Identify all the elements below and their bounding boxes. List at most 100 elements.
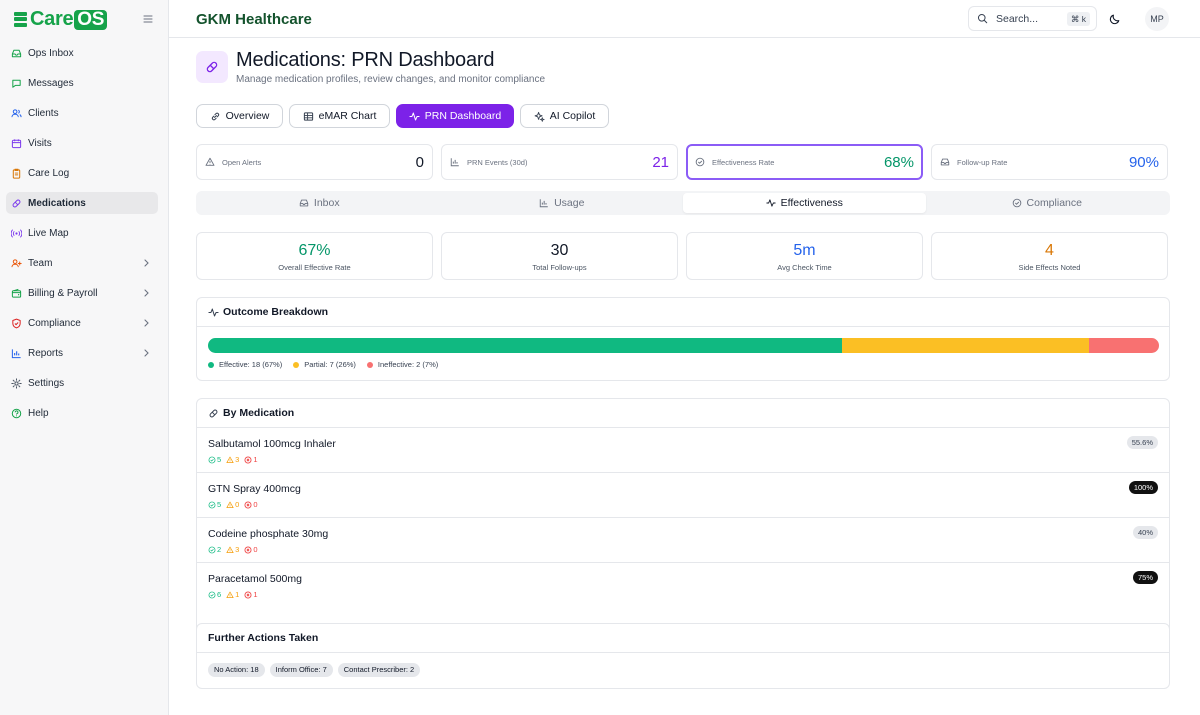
x-circle-icon <box>244 501 252 509</box>
chevron-right-icon <box>143 319 150 327</box>
stat-card-follow-up-rate[interactable]: Follow-up Rate 90% <box>931 144 1168 180</box>
inbox-icon <box>11 48 22 59</box>
stat-card-open-alerts[interactable]: Open Alerts 0 <box>196 144 433 180</box>
shield-icon <box>11 318 22 329</box>
tab-overview[interactable]: Overview <box>196 104 283 128</box>
check-circle-icon <box>208 591 216 599</box>
metric-card-total-follow-ups: 30 Total Follow-ups <box>441 232 678 280</box>
stat-card-prn-events-30d[interactable]: PRN Events (30d) 21 <box>441 144 678 180</box>
medication-row[interactable]: GTN Spray 400mcg 5 0 0 100% <box>197 473 1169 518</box>
page-subtitle: Manage medication profiles, review chang… <box>236 74 546 85</box>
activity-icon <box>208 307 219 318</box>
effective-count-value: 5 <box>217 500 222 509</box>
sidebar-item-clients[interactable]: Clients <box>6 102 158 124</box>
tab-prn-dashboard[interactable]: PRN Dashboard <box>396 104 514 128</box>
sidebar-item-settings[interactable]: Settings <box>6 372 158 394</box>
subtab-label: Inbox <box>313 197 340 209</box>
stat-value: 21 <box>652 154 669 171</box>
ineffective-count-value: 1 <box>253 455 258 464</box>
search-placeholder: Search... <box>996 12 1039 25</box>
subtab-label: Effectiveness <box>780 197 843 209</box>
chevron-right-icon <box>143 349 150 357</box>
chevron-right-icon <box>143 289 150 297</box>
logo-text: Care OS <box>30 8 108 31</box>
subtab-effectiveness[interactable]: Effectiveness <box>683 193 926 213</box>
team-icon <box>11 258 22 269</box>
medication-list: Salbutamol 100mcg Inhaler 5 3 1 55.6% GTN Spr… <box>197 428 1169 608</box>
check-circle-icon <box>208 546 216 554</box>
sidebar-item-label: Billing & Payroll <box>28 287 98 299</box>
ineffective-count: 1 <box>244 590 258 599</box>
legend-dot <box>293 361 300 368</box>
action-chip: Contact Prescriber: 2 <box>337 663 421 677</box>
sidebar-item-reports[interactable]: Reports <box>6 342 158 364</box>
alert-triangle-icon <box>226 501 234 509</box>
metric-label: Overall Effective Rate <box>278 263 351 272</box>
view-tabs: Overview eMAR Chart PRN Dashboard AI Copilo… <box>196 104 615 128</box>
sidebar-item-live-map[interactable]: Live Map <box>6 222 158 244</box>
sidebar-item-label: Team <box>28 257 53 269</box>
bar-chart-icon <box>11 348 22 359</box>
sidebar-item-compliance[interactable]: Compliance <box>6 312 158 334</box>
prn-sub-tabs: Inbox Usage Effectiveness Compliance <box>196 191 1170 215</box>
alert-triangle-icon <box>226 591 234 599</box>
partial-count-value: 0 <box>235 500 240 509</box>
ineffective-count: 1 <box>244 455 258 464</box>
check-circle-icon <box>208 501 216 509</box>
sidebar-nav: Ops Inbox Messages Clients Visits Care Log Me… <box>6 42 158 432</box>
activity-icon <box>409 111 420 122</box>
sidebar-item-messages[interactable]: Messages <box>6 72 158 94</box>
alert-triangle-icon <box>226 456 234 464</box>
metric-value: 5m <box>793 242 816 259</box>
page-title: Medications: PRN Dashboard <box>236 49 495 71</box>
ineffective-count: 0 <box>244 500 258 509</box>
subtab-usage[interactable]: Usage <box>441 193 684 213</box>
check-circle-icon <box>208 456 216 464</box>
sidebar-collapse-icon[interactable] <box>142 13 154 25</box>
sidebar-item-care-log[interactable]: Care Log <box>6 162 158 184</box>
sidebar-item-help[interactable]: Help <box>6 402 158 424</box>
sidebar-item-billing-payroll[interactable]: Billing & Payroll <box>6 282 158 304</box>
sidebar-item-label: Medications <box>28 197 86 209</box>
stat-value: 90% <box>1128 154 1159 171</box>
metric-value: 67% <box>298 242 331 259</box>
sidebar-item-label: Compliance <box>28 317 81 329</box>
user-avatar[interactable]: MP <box>1145 7 1169 31</box>
sidebar-item-medications[interactable]: Medications <box>6 192 158 214</box>
pill-icon <box>196 51 228 83</box>
effectiveness-badge: 75% <box>1132 571 1158 584</box>
radio-icon <box>11 228 22 239</box>
stat-label: Effectiveness Rate <box>712 158 775 167</box>
moon-icon[interactable] <box>1109 13 1121 25</box>
sidebar-item-label: Settings <box>28 377 65 389</box>
sidebar-item-visits[interactable]: Visits <box>6 132 158 154</box>
medication-row[interactable]: Paracetamol 500mg 6 1 1 75% <box>197 563 1169 608</box>
search-input[interactable]: Search... ⌘ k <box>968 6 1097 31</box>
subtab-compliance[interactable]: Compliance <box>926 193 1169 213</box>
subtab-inbox[interactable]: Inbox <box>198 193 441 213</box>
bar-chart-icon <box>539 198 549 208</box>
ineffective-count: 0 <box>244 545 258 554</box>
sidebar-item-team[interactable]: Team <box>6 252 158 274</box>
x-circle-icon <box>244 546 252 554</box>
sidebar-item-ops-inbox[interactable]: Ops Inbox <box>6 42 158 64</box>
metric-value: 30 <box>550 242 569 259</box>
inbox-icon <box>940 157 950 167</box>
alert-triangle-icon <box>205 157 215 167</box>
medication-row[interactable]: Salbutamol 100mcg Inhaler 5 3 1 55.6% <box>197 428 1169 473</box>
sidebar-item-label: Reports <box>28 347 64 359</box>
tab-emar-chart[interactable]: eMAR Chart <box>289 104 390 128</box>
app-logo[interactable]: Care OS <box>14 8 108 31</box>
outcome-breakdown-title: Outcome Breakdown <box>223 306 329 318</box>
medication-row[interactable]: Codeine phosphate 30mg 2 3 0 40% <box>197 518 1169 563</box>
metric-card-overall-effective-rate: 67% Overall Effective Rate <box>196 232 433 280</box>
action-chip: No Action: 18 <box>208 663 265 677</box>
stat-card-effectiveness-rate[interactable]: Effectiveness Rate 68% <box>686 144 923 180</box>
metric-card-side-effects-noted: 4 Side Effects Noted <box>931 232 1168 280</box>
subtab-label: Compliance <box>1026 197 1082 209</box>
tab-ai-copilot[interactable]: AI Copilot <box>520 104 609 128</box>
sidebar-item-label: Visits <box>28 137 52 149</box>
effectiveness-metrics: 67% Overall Effective Rate 30 Total Follow-… <box>196 232 1168 280</box>
effective-count: 5 <box>208 455 221 464</box>
further-actions-title: Further Actions Taken <box>208 632 319 644</box>
